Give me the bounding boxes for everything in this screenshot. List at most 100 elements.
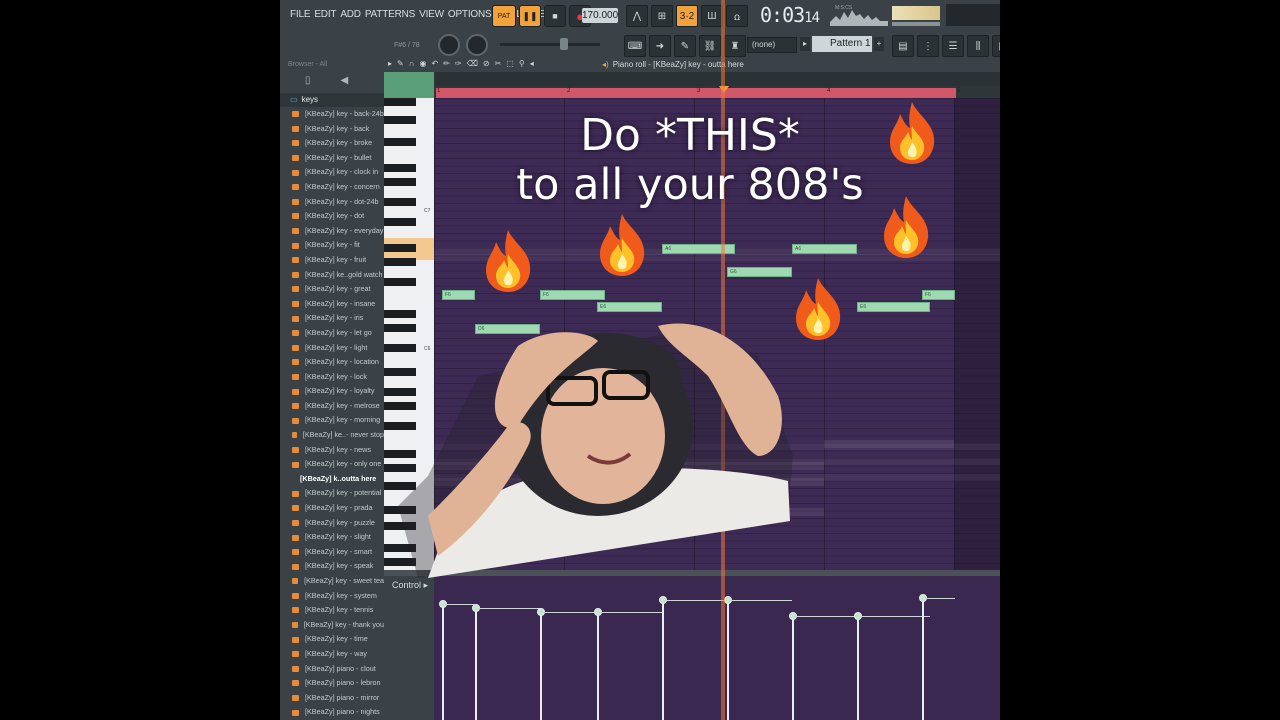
- menu-view[interactable]: VIEW: [419, 9, 444, 20]
- black-key[interactable]: [384, 244, 416, 252]
- pattern-song-toggle[interactable]: PAT: [492, 5, 516, 27]
- blend-notes-icon[interactable]: ꭥ: [726, 5, 748, 27]
- browser-file-item[interactable]: [KBeaZy] key - everyday: [280, 224, 384, 239]
- undo-icon[interactable]: ↶: [431, 59, 438, 68]
- pattern-selector[interactable]: Pattern 1: [812, 36, 872, 52]
- note-block[interactable]: E6: [597, 302, 662, 312]
- master-volume-knob[interactable]: [438, 34, 460, 56]
- playback-icon[interactable]: ◂: [530, 59, 534, 68]
- pause-button[interactable]: ❚❚: [519, 5, 541, 27]
- channel-switch[interactable]: [384, 72, 434, 98]
- velocity-handle[interactable]: [594, 608, 602, 720]
- black-key[interactable]: [384, 278, 416, 286]
- note-block[interactable]: F6: [922, 290, 955, 300]
- browser-file-item[interactable]: [KBeaZy] key - light: [280, 341, 384, 356]
- brush-icon[interactable]: ✎: [674, 35, 696, 57]
- snap-select[interactable]: (none): [747, 37, 797, 53]
- browser-file-item[interactable]: [KBeaZy] key - system: [280, 589, 384, 604]
- playlist-icon[interactable]: ▤: [892, 35, 914, 57]
- link-icon[interactable]: ⛓: [699, 35, 721, 57]
- browser-file-item[interactable]: [KBeaZy] key - tennis: [280, 603, 384, 618]
- horizontal-scrollbar[interactable]: [436, 72, 1000, 86]
- menu-arrow-icon[interactable]: ▸: [388, 59, 392, 68]
- browser-file-item[interactable]: [KBeaZy] key - fit: [280, 238, 384, 253]
- stamp-icon[interactable]: ♜: [724, 35, 746, 57]
- note-block[interactable]: A6: [792, 244, 857, 254]
- arrow-right-icon[interactable]: ➜: [649, 35, 671, 57]
- browser-file-item[interactable]: [KBeaZy] key - great: [280, 282, 384, 297]
- master-pitch-knob[interactable]: [466, 34, 488, 56]
- browser-file-item[interactable]: [KBeaZy] key - morning: [280, 413, 384, 428]
- browser-file-item[interactable]: [KBeaZy] piano - clout: [280, 662, 384, 677]
- browser-file-item[interactable]: [KBeaZy] key - let go: [280, 326, 384, 341]
- browser-file-item[interactable]: [KBeaZy] piano - mirror: [280, 691, 384, 706]
- black-key[interactable]: [384, 258, 416, 266]
- stop-button[interactable]: ■: [544, 5, 566, 27]
- channel-rack-icon[interactable]: ☰: [942, 35, 964, 57]
- control-label[interactable]: Control ▸: [384, 576, 434, 720]
- wait-record-icon[interactable]: ⊞: [651, 5, 673, 27]
- zoom-icon[interactable]: ⚲: [519, 59, 525, 68]
- mixer-icon[interactable]: ⫼: [967, 35, 989, 57]
- note-block[interactable]: F6: [442, 290, 475, 300]
- delete-icon[interactable]: ⌫: [467, 59, 478, 68]
- slice-icon[interactable]: ✂: [495, 59, 502, 68]
- browser-file-item[interactable]: [KBeaZy] key - broke: [280, 136, 384, 151]
- magnet-icon[interactable]: ∩: [409, 59, 415, 68]
- browser-file-item[interactable]: [KBeaZy] key - location: [280, 355, 384, 370]
- tempo-display[interactable]: 170.000: [582, 8, 618, 23]
- browser-file-item[interactable]: [KBeaZy] key - puzzle: [280, 516, 384, 531]
- velocity-handle[interactable]: [854, 612, 862, 720]
- piano-roll-icon[interactable]: ⋮: [917, 35, 939, 57]
- browser-file-item[interactable]: [KBeaZy] key - thank you: [280, 618, 384, 633]
- note-block[interactable]: G6: [727, 267, 792, 277]
- velocity-handle[interactable]: [439, 600, 447, 720]
- velocity-handle[interactable]: [659, 596, 667, 720]
- browser-file-item[interactable]: [KBeaZy] piano - nights: [280, 705, 384, 720]
- browser-file-item[interactable]: [KBeaZy] key - prada: [280, 501, 384, 516]
- black-key[interactable]: [384, 98, 416, 106]
- velocity-handle[interactable]: [919, 594, 927, 720]
- browser-file-item[interactable]: [KBeaZy] key - news: [280, 443, 384, 458]
- browser-file-item[interactable]: [KBeaZy] key - dot: [280, 209, 384, 224]
- menu-file[interactable]: FILE: [290, 9, 311, 20]
- browser-file-item[interactable]: [KBeaZy] key - melrose: [280, 399, 384, 414]
- draw-icon[interactable]: ✏: [443, 59, 450, 68]
- browser-file-item[interactable]: [KBeaZy] key - potential: [280, 486, 384, 501]
- plugin-picker-icon[interactable]: ◫: [992, 35, 1000, 57]
- velocity-handle[interactable]: [789, 612, 797, 720]
- browser-file-item[interactable]: [KBeaZy] key - smart: [280, 545, 384, 560]
- note-block[interactable]: F6: [540, 290, 605, 300]
- menu-add[interactable]: ADD: [340, 9, 361, 20]
- browser-file-item[interactable]: [KBeaZy] key - loyalty: [280, 384, 384, 399]
- black-key[interactable]: [384, 218, 416, 226]
- browser-file-item[interactable]: [KBeaZy] key - lock: [280, 370, 384, 385]
- browser-file-item[interactable]: [KBeaZy] key - time: [280, 632, 384, 647]
- browser-file-item[interactable]: [KBeaZy] key - insane: [280, 297, 384, 312]
- speaker-icon[interactable]: ◀: [341, 75, 349, 93]
- record-icon[interactable]: ◉: [419, 59, 426, 68]
- browser-file-item[interactable]: [KBeaZy] key - speak: [280, 559, 384, 574]
- velocity-handle[interactable]: [537, 608, 545, 720]
- browser-folder[interactable]: ▭ keys: [280, 93, 384, 107]
- metronome-icon[interactable]: ⋀: [626, 5, 648, 27]
- pencil-icon[interactable]: ✎: [397, 59, 404, 68]
- browser-file-item[interactable]: [KBeaZy] key - iris: [280, 311, 384, 326]
- step-edit-icon[interactable]: Ш: [701, 5, 723, 27]
- velocity-lane[interactable]: [434, 576, 1000, 720]
- paint-icon[interactable]: ✑: [455, 59, 462, 68]
- menu-options[interactable]: OPTIONS: [448, 9, 492, 20]
- keyboard-icon[interactable]: ⌨: [624, 35, 646, 57]
- mute-icon[interactable]: ⊘: [483, 59, 490, 68]
- browser-file-item[interactable]: [KBeaZy] key - only one: [280, 457, 384, 472]
- countdown-icon[interactable]: 3·2: [676, 5, 698, 27]
- pattern-add-button[interactable]: +: [874, 37, 884, 51]
- select-icon[interactable]: ⬚: [506, 59, 514, 68]
- browser-file-item[interactable]: [KBeaZy] ke..gold watch: [280, 268, 384, 283]
- master-slider[interactable]: [500, 38, 600, 50]
- browser-file-item[interactable]: [KBeaZy] key - back: [280, 122, 384, 137]
- browser-file-item[interactable]: [KBeaZy] key - way: [280, 647, 384, 662]
- browser-file-item[interactable]: [KBeaZy] key - sweet tea: [280, 574, 384, 589]
- menu-patterns[interactable]: PATTERNS: [365, 9, 415, 20]
- browser-file-item[interactable]: [KBeaZy] ke..- never stop: [280, 428, 384, 443]
